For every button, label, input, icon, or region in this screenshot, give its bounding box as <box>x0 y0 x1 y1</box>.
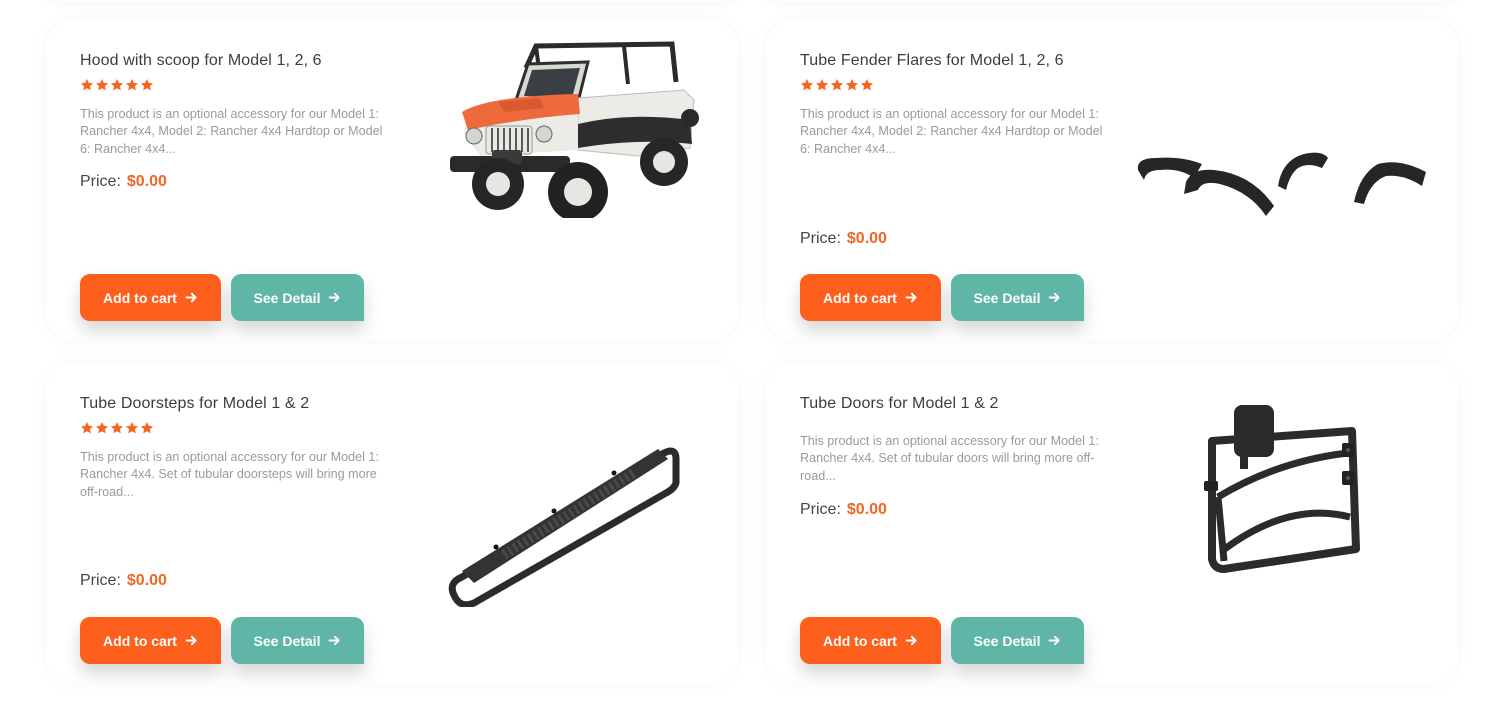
product-description: This product is an optional accessory fo… <box>80 450 379 499</box>
price-value: $0.00 <box>126 173 167 190</box>
add-to-cart-button[interactable]: Add to cart <box>800 617 941 664</box>
jeep-icon[interactable] <box>428 38 700 222</box>
product-title[interactable]: Tube Doorsteps for Model 1 & 2 <box>80 395 309 413</box>
tube-door-icon[interactable] <box>1198 401 1366 577</box>
product-description: This product is an optional accessory fo… <box>800 107 1103 156</box>
star-icon <box>80 422 94 434</box>
star-icon <box>830 79 844 91</box>
price-row: Price: $0.00 <box>80 572 167 590</box>
product-card: Tube Doorsteps for Model 1 & 2 This prod… <box>46 363 738 683</box>
fender-flares-icon[interactable] <box>1132 144 1432 220</box>
star-icon <box>125 422 139 434</box>
product-title[interactable]: Tube Fender Flares for Model 1, 2, 6 <box>800 52 1064 70</box>
star-icon <box>110 422 124 434</box>
arrow-right-icon <box>185 635 197 646</box>
add-to-cart-label: Add to cart <box>823 289 897 306</box>
arrow-right-icon <box>1049 292 1061 303</box>
price-row: Price: $0.00 <box>800 501 887 519</box>
price-value: $0.00 <box>126 572 167 589</box>
star-icon <box>800 79 814 91</box>
see-detail-label: See Detail <box>253 632 321 649</box>
product-card: Hood with scoop for Model 1, 2, 6 This p… <box>46 20 738 340</box>
see-detail-button[interactable]: See Detail <box>231 617 364 664</box>
add-to-cart-label: Add to cart <box>103 289 177 306</box>
price-value: $0.00 <box>846 501 887 518</box>
product-card: Tube Doors for Model 1 & 2 This product … <box>766 363 1458 683</box>
see-detail-button[interactable]: See Detail <box>231 274 364 321</box>
rating-stars <box>80 78 154 92</box>
price-label: Price: <box>800 230 841 247</box>
arrow-right-icon <box>1049 635 1061 646</box>
star-icon <box>140 422 154 434</box>
star-icon <box>95 422 109 434</box>
product-card: Tube Fender Flares for Model 1, 2, 6 Thi… <box>766 20 1458 340</box>
arrow-right-icon <box>185 292 197 303</box>
see-detail-label: See Detail <box>973 289 1041 306</box>
star-icon <box>125 79 139 91</box>
star-icon <box>845 79 859 91</box>
star-icon <box>815 79 829 91</box>
add-to-cart-label: Add to cart <box>103 632 177 649</box>
price-row: Price: $0.00 <box>80 173 167 191</box>
price-label: Price: <box>80 572 121 589</box>
see-detail-label: See Detail <box>973 632 1041 649</box>
star-icon <box>860 79 874 91</box>
add-to-cart-label: Add to cart <box>823 632 897 649</box>
star-icon <box>140 79 154 91</box>
add-to-cart-button[interactable]: Add to cart <box>800 274 941 321</box>
previous-card-right <box>766 0 1458 2</box>
arrow-right-icon <box>329 292 341 303</box>
rating-stars <box>800 78 874 92</box>
doorstep-icon[interactable] <box>444 443 684 609</box>
price-value: $0.00 <box>846 230 887 247</box>
see-detail-button[interactable]: See Detail <box>951 274 1084 321</box>
add-to-cart-button[interactable]: Add to cart <box>80 617 221 664</box>
product-description: This product is an optional accessory fo… <box>80 107 383 156</box>
star-icon <box>95 79 109 91</box>
previous-card-left <box>46 0 738 2</box>
star-icon <box>110 79 124 91</box>
star-icon <box>80 79 94 91</box>
product-title[interactable]: Hood with scoop for Model 1, 2, 6 <box>80 52 322 70</box>
product-description: This product is an optional accessory fo… <box>800 434 1099 483</box>
see-detail-label: See Detail <box>253 289 321 306</box>
arrow-right-icon <box>905 635 917 646</box>
arrow-right-icon <box>905 292 917 303</box>
see-detail-button[interactable]: See Detail <box>951 617 1084 664</box>
price-row: Price: $0.00 <box>800 230 887 248</box>
arrow-right-icon <box>329 635 341 646</box>
price-label: Price: <box>80 173 121 190</box>
product-title[interactable]: Tube Doors for Model 1 & 2 <box>800 395 999 413</box>
price-label: Price: <box>800 501 841 518</box>
add-to-cart-button[interactable]: Add to cart <box>80 274 221 321</box>
rating-stars <box>80 421 154 435</box>
